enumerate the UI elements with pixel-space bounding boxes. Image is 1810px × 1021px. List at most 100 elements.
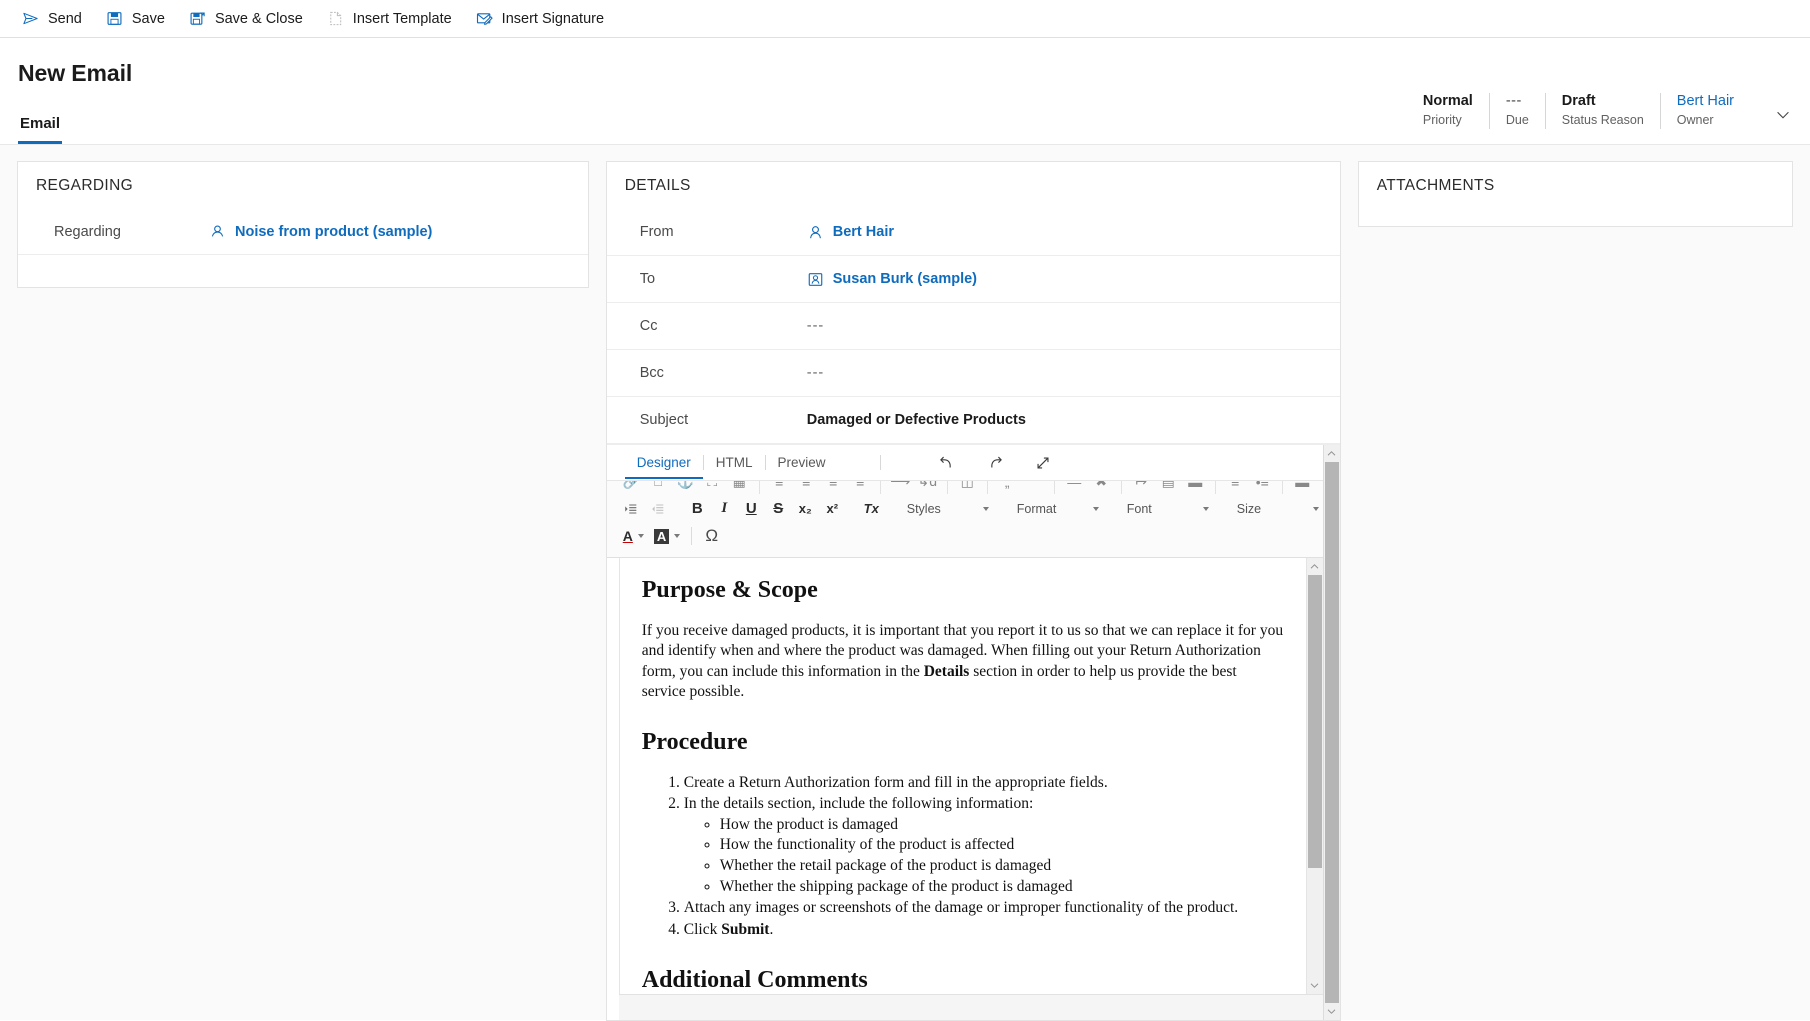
field-row-cc[interactable]: Cc --- [607, 303, 1340, 350]
format-dropdown[interactable]: Format [1008, 497, 1104, 520]
strikethrough-icon[interactable]: S [766, 496, 791, 521]
field-row-regarding[interactable]: Regarding Noise from product (sample) [18, 209, 588, 255]
editor-scroll-thumb[interactable] [1308, 575, 1322, 868]
decrease-indent-icon[interactable] [646, 496, 671, 521]
align-right-icon[interactable]: ≡ [821, 481, 846, 494]
italic-icon[interactable]: I [712, 496, 737, 521]
body-paragraph-1: If you receive damaged products, it is i… [642, 621, 1284, 703]
from-link-text: Bert Hair [833, 224, 894, 240]
cc-field-value[interactable]: --- [807, 318, 825, 334]
table-props-icon[interactable]: ▤ [1156, 481, 1181, 494]
save-button[interactable]: Save [98, 0, 181, 38]
email-body-content[interactable]: Purpose & Scope If you receive damaged p… [620, 558, 1306, 994]
bold-icon[interactable]: B [685, 496, 710, 521]
outer-scroll-thumb[interactable] [1325, 462, 1339, 1003]
to-field-value[interactable]: Susan Burk (sample) [807, 271, 977, 288]
tab-email[interactable]: Email [18, 115, 62, 144]
regarding-link-text: Noise from product (sample) [235, 224, 432, 240]
from-field-value[interactable]: Bert Hair [807, 224, 894, 241]
insert-signature-button[interactable]: Insert Signature [468, 0, 620, 38]
bcc-field-value[interactable]: --- [807, 365, 825, 381]
field-row-bcc[interactable]: Bcc --- [607, 350, 1340, 397]
bulleted-list-icon[interactable]: •≡ [1250, 481, 1275, 494]
subscript-icon[interactable]: x₂ [793, 496, 818, 521]
scroll-up-arrow-icon[interactable] [1307, 558, 1323, 575]
subject-field-value[interactable]: Damaged or Defective Products [807, 412, 1026, 428]
rte-sep-g [1215, 481, 1216, 494]
body-heading-purpose: Purpose & Scope [642, 577, 1284, 605]
rte-sep-d [987, 481, 988, 494]
header-field-priority[interactable]: Normal Priority [1407, 93, 1490, 129]
expand-editor-button[interactable] [1019, 450, 1067, 476]
unlink-icon[interactable]: ⎕ [646, 481, 671, 494]
field-row-to[interactable]: To Susan Burk (sample) [607, 256, 1340, 303]
header-field-group: Normal Priority --- Due Draft Status Rea… [1407, 93, 1750, 129]
outer-scroll-track[interactable] [1324, 462, 1340, 1003]
text-color-glyph: A [623, 528, 633, 544]
align-center-icon[interactable]: ≡ [794, 481, 819, 494]
underline-icon[interactable]: U [739, 496, 764, 521]
editor-content-scrollbar[interactable] [1306, 558, 1323, 994]
source-icon[interactable]: ⟶ [888, 481, 913, 494]
regarding-field-label: Regarding [54, 224, 209, 240]
details-section-title: DETAILS [607, 162, 1340, 209]
size-dropdown[interactable]: Size [1228, 497, 1323, 520]
link-icon[interactable]: 🔗 [619, 481, 644, 494]
table-icon[interactable]: ▦ [727, 481, 752, 494]
paste-word-icon[interactable]: ↳d [915, 481, 940, 494]
status-reason-label: Status Reason [1562, 112, 1644, 129]
align-justify-icon[interactable]: ≡ [848, 481, 873, 494]
header-expand-button[interactable] [1770, 102, 1796, 128]
header-field-owner[interactable]: Bert Hair Owner [1661, 93, 1750, 129]
align-left-icon[interactable]: ≡ [767, 481, 792, 494]
regarding-field-value[interactable]: Noise from product (sample) [209, 223, 432, 240]
quote-icon[interactable]: „ [995, 481, 1020, 494]
anchor-icon[interactable]: ⚓ [673, 481, 698, 494]
editor-tab-html[interactable]: HTML [704, 455, 765, 479]
editor-scroll-track[interactable] [1307, 575, 1323, 977]
image-icon[interactable]: ⛶ [700, 481, 725, 494]
background-color-button[interactable]: A [650, 524, 684, 548]
remove-format-icon[interactable]: Tx [859, 496, 884, 521]
block-icon[interactable]: ▬ [1290, 481, 1315, 494]
body-sub-list: How the product is damaged How the funct… [684, 815, 1284, 897]
list-item: Attach any images or screenshots of the … [684, 898, 1284, 919]
chevron-down-icon [674, 534, 680, 538]
special-character-button[interactable]: Ω [699, 524, 724, 549]
email-body-editor: Designer HTML Preview [607, 444, 1340, 1020]
owner-value[interactable]: Bert Hair [1677, 93, 1734, 110]
scroll-up-arrow-icon[interactable] [1324, 445, 1340, 462]
body-procedure-list: Create a Return Authorization form and f… [642, 773, 1284, 941]
scroll-down-arrow-icon[interactable] [1307, 977, 1323, 994]
due-value: --- [1506, 93, 1529, 110]
font-dropdown[interactable]: Font [1118, 497, 1214, 520]
div-icon[interactable]: “ [1022, 481, 1047, 494]
scroll-down-arrow-icon[interactable] [1324, 1003, 1340, 1020]
undo-button[interactable] [923, 450, 971, 476]
template-icon[interactable]: ◫ [955, 481, 980, 494]
numbered-list-icon[interactable]: ≡ [1223, 481, 1248, 494]
editor-outer-scrollbar[interactable] [1323, 445, 1340, 1020]
styles-dropdown[interactable]: Styles [898, 497, 994, 520]
indent-icon[interactable]: ↦ [1129, 481, 1154, 494]
editor-tab-preview[interactable]: Preview [766, 455, 838, 479]
insert-template-button[interactable]: Insert Template [319, 0, 468, 38]
remove-format-icon[interactable]: ✖ [1089, 481, 1114, 494]
rte-toolbar-row-bottom: A A Ω [607, 523, 1323, 549]
chevron-down-icon [1313, 507, 1319, 511]
editor-column: Designer HTML Preview [607, 445, 1323, 1020]
header-field-due[interactable]: --- Due [1490, 93, 1546, 129]
redo-button[interactable] [971, 450, 1019, 476]
header-field-status-reason[interactable]: Draft Status Reason [1546, 93, 1661, 129]
increase-indent-icon[interactable] [619, 496, 644, 521]
text-color-button[interactable]: A [619, 524, 648, 548]
field-row-subject[interactable]: Subject Damaged or Defective Products [607, 397, 1340, 444]
horizontal-rule-icon[interactable]: — [1062, 481, 1087, 494]
page-break-icon[interactable]: ▬ [1183, 481, 1208, 494]
save-and-close-button[interactable]: Save & Close [181, 0, 319, 38]
field-row-from[interactable]: From Bert Hair [607, 209, 1340, 256]
superscript-icon[interactable]: x² [820, 496, 845, 521]
list-item: How the functionality of the product is … [720, 835, 1284, 856]
editor-tab-designer[interactable]: Designer [625, 455, 703, 479]
send-button[interactable]: Send [14, 0, 98, 38]
